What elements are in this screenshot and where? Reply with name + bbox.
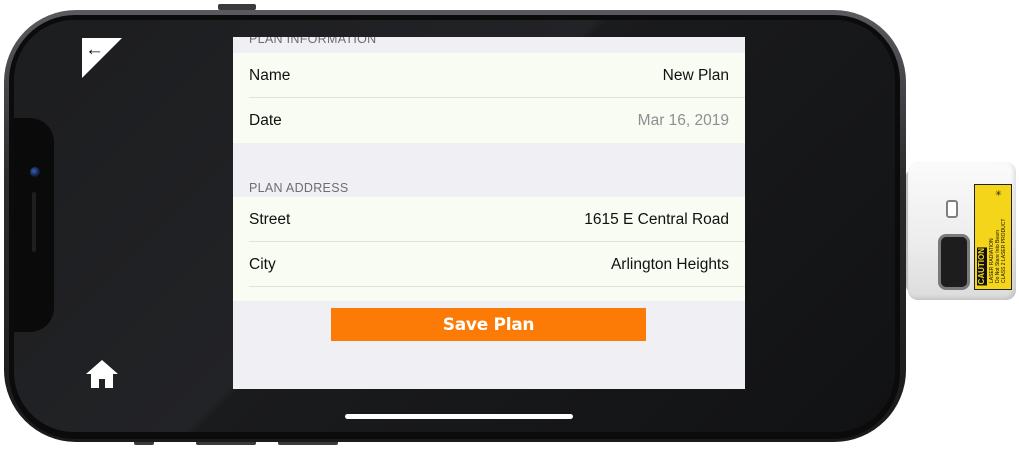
plan-information-header: PLAN INFORMATION — [249, 37, 377, 46]
caution-text: LASER RADIATION Do Not Stare Into Beam C… — [989, 191, 1007, 283]
city-label: City — [249, 255, 276, 273]
caution-word: CAUTION — [977, 246, 987, 285]
front-camera — [30, 167, 40, 177]
home-indicator[interactable] — [345, 414, 573, 419]
street-value[interactable]: 1615 E Central Road — [584, 211, 729, 229]
city-row[interactable]: City Arlington Heights — [233, 242, 745, 287]
city-value[interactable]: Arlington Heights — [611, 256, 729, 274]
name-row[interactable]: Name New Plan — [233, 53, 745, 98]
date-row[interactable]: Date Mar 16, 2019 — [233, 98, 745, 143]
save-plan-button[interactable]: Save Plan — [331, 308, 646, 341]
caution-text-3: CLASS 2 LASER PRODUCT — [1001, 218, 1007, 283]
caution-label: ✳ LASER RADIATION Do Not Stare Into Beam… — [974, 184, 1012, 290]
date-value[interactable]: Mar 16, 2019 — [638, 112, 729, 130]
name-label: Name — [249, 66, 291, 84]
back-button[interactable]: ← — [82, 38, 122, 78]
laser-led-indicator — [946, 200, 958, 218]
back-arrow-icon: ← — [85, 39, 104, 60]
plan-form: PLAN INFORMATION Name New Plan Date Mar … — [233, 37, 745, 389]
plan-address-header: PLAN ADDRESS — [249, 181, 349, 195]
street-label: Street — [249, 210, 291, 228]
date-label: Date — [249, 111, 282, 129]
laser-aperture — [938, 234, 970, 290]
home-button[interactable] — [84, 358, 120, 390]
street-row[interactable]: Street 1615 E Central Road — [233, 197, 745, 242]
earpiece-speaker — [32, 192, 36, 252]
home-icon — [86, 360, 118, 388]
section-footer — [233, 287, 745, 301]
laser-module: ✳ LASER RADIATION Do Not Stare Into Beam… — [906, 162, 1016, 300]
name-value[interactable]: New Plan — [663, 67, 729, 85]
